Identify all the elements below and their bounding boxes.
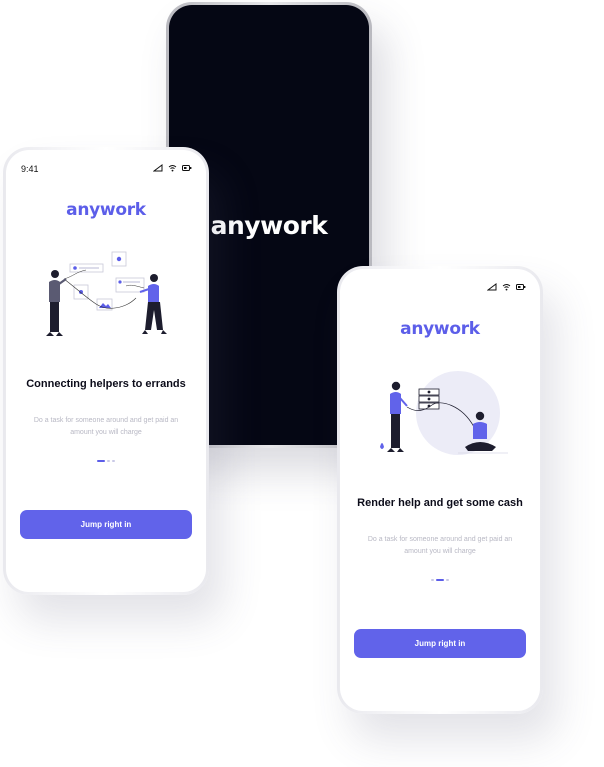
wifi-icon: [502, 284, 511, 291]
onboarding-description: Do a task for someone around and get pai…: [367, 536, 513, 555]
status-time: 9:41: [21, 164, 39, 174]
signal-icon: [487, 283, 497, 291]
page-dot: [431, 579, 434, 581]
page-dot: [446, 579, 449, 581]
jump-right-in-button[interactable]: Jump right in: [20, 510, 192, 539]
onboarding-screen-2: anywork Render help and get some cash Do…: [340, 269, 540, 711]
status-bar: 9:41: [6, 164, 206, 178]
onboarding-phone-1: 9:41 anywork Connecting helpers to erran…: [3, 147, 209, 595]
page-dot-active: [436, 579, 444, 581]
signal-icon: [153, 164, 163, 172]
page-dot-active: [97, 460, 105, 462]
jump-right-in-button[interactable]: Jump right in: [354, 629, 526, 658]
onboarding-description: Do a task for someone around and get pai…: [33, 417, 179, 436]
battery-icon: [182, 165, 192, 171]
onboarding-phone-2: anywork Render help and get some cash Do…: [337, 266, 543, 714]
cash-illustration: [380, 371, 508, 455]
page-dot: [112, 460, 115, 462]
status-icons: [487, 283, 526, 291]
page-dot: [107, 460, 110, 462]
wifi-icon: [168, 165, 177, 172]
onboarding-title: Render help and get some cash: [357, 497, 523, 509]
mockup-stage: anywork 9:41 anywork Connecting helpers …: [0, 0, 604, 767]
onboarding-title: Connecting helpers to errands: [26, 378, 186, 390]
helpers-illustration: [46, 251, 167, 336]
page-indicator: [6, 460, 206, 462]
battery-icon: [516, 284, 526, 290]
brand-logo: anywork: [400, 319, 480, 339]
page-indicator: [340, 579, 540, 581]
status-icons: [153, 164, 192, 172]
status-bar: [340, 283, 540, 297]
onboarding-screen-1: 9:41 anywork Connecting helpers to erran…: [6, 150, 206, 592]
brand-logo: anywork: [66, 200, 146, 220]
splash-logo: anywork: [210, 210, 328, 240]
